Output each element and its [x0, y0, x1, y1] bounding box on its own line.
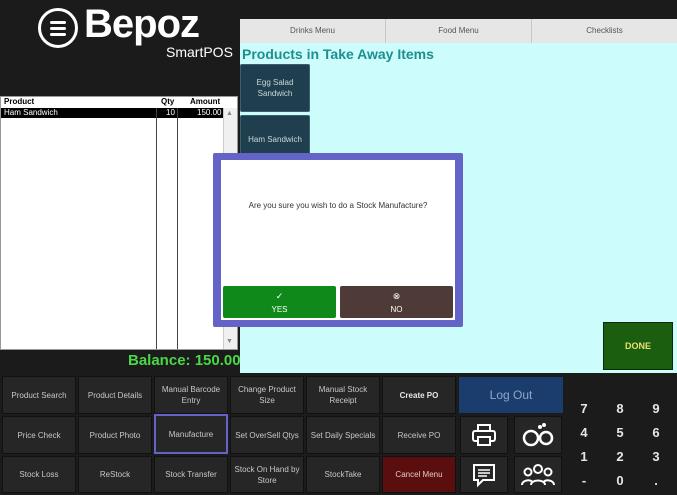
product-photo-button[interactable]: Product Photo — [78, 416, 152, 454]
column-header-product: Product — [4, 97, 35, 106]
keypad-key-5[interactable]: 5 — [605, 421, 635, 443]
manual-stock-receipt-button[interactable]: Manual Stock Receipt — [306, 376, 380, 414]
brand-name: Bepoz — [84, 2, 200, 46]
yes-label: YES — [271, 304, 288, 314]
printer-icon — [472, 424, 496, 446]
set-daily-specials-button[interactable]: Set Daily Specials — [306, 416, 380, 454]
tab-food-menu[interactable]: Food Menu — [385, 19, 531, 43]
manual-barcode-entry-button[interactable]: Manual Barcode Entry — [154, 376, 228, 414]
keypad-key-0[interactable]: 0 — [605, 469, 635, 491]
price-check-button[interactable]: Price Check — [2, 416, 76, 454]
column-header-qty: Qty — [161, 97, 175, 106]
keypad-key-minus[interactable]: - — [569, 469, 599, 491]
keypad-key-decimal[interactable]: . — [641, 469, 671, 491]
page-title: Products in Take Away Items — [242, 46, 434, 62]
confirm-dialog: Are you sure you wish to do a Stock Manu… — [221, 160, 455, 320]
create-po-button[interactable]: Create PO — [382, 376, 456, 414]
manufacture-button[interactable]: Manufacture — [154, 414, 228, 454]
scroll-down-icon[interactable]: ▼ — [226, 338, 233, 345]
done-button[interactable]: DONE — [603, 322, 673, 370]
brand-logo: Bepoz SmartPOS — [38, 2, 233, 60]
yes-button[interactable]: ✓ YES — [223, 286, 336, 318]
stocktake-button[interactable]: StockTake — [306, 456, 380, 493]
set-oversell-qtys-button[interactable]: Set OverSell Qtys — [230, 416, 304, 454]
menu-icon — [38, 8, 78, 48]
close-circle-icon: ⊗ — [392, 290, 401, 301]
stock-on-hand-by-store-button[interactable]: Stock On Hand by Store — [230, 456, 304, 493]
receive-po-button[interactable]: Receive PO — [382, 416, 456, 454]
product-search-button[interactable]: Product Search — [2, 376, 76, 414]
cancel-menu-button[interactable]: Cancel Menu — [382, 456, 456, 493]
print-button[interactable] — [460, 416, 508, 454]
balance-display: Balance: 150.00 — [128, 352, 241, 369]
column-header-amount: Amount — [190, 97, 221, 106]
message-icon — [473, 463, 495, 487]
stock-transfer-button[interactable]: Stock Transfer — [154, 456, 228, 493]
order-table: Product Qty Amount Ham Sandwich 10 150.0… — [0, 96, 238, 350]
keypad-key-9[interactable]: 9 — [641, 397, 671, 419]
product-button-egg-salad-sandwich[interactable]: Egg Salad Sandwich — [240, 64, 310, 112]
keypad-key-6[interactable]: 6 — [641, 421, 671, 443]
keypad-key-8[interactable]: 8 — [605, 397, 635, 419]
menu-tabs: Drinks Menu Food Menu Checklists — [240, 19, 677, 43]
no-label: NO — [390, 304, 403, 314]
row-product: Ham Sandwich — [4, 108, 58, 117]
check-icon: ✓ — [275, 290, 284, 301]
change-product-size-button[interactable]: Change Product Size — [230, 376, 304, 414]
row-amount: 150.00 — [197, 108, 222, 117]
tab-drinks-menu[interactable]: Drinks Menu — [240, 19, 385, 43]
product-details-button[interactable]: Product Details — [78, 376, 152, 414]
messages-button[interactable] — [460, 456, 508, 493]
tab-checklists[interactable]: Checklists — [531, 19, 677, 43]
table-header: Product Qty Amount — [1, 97, 237, 108]
handcuffs-icon — [522, 423, 554, 447]
column-divider — [156, 108, 157, 349]
security-button[interactable] — [514, 416, 562, 454]
customers-button[interactable] — [514, 456, 562, 493]
stock-loss-button[interactable]: Stock Loss — [2, 456, 76, 493]
scroll-up-icon[interactable]: ▲ — [226, 110, 233, 117]
brand-product: SmartPOS — [166, 44, 233, 60]
row-qty: 10 — [166, 108, 175, 117]
pos-app: Bepoz SmartPOS Drinks Menu Food Menu Che… — [0, 0, 677, 495]
group-icon — [521, 463, 555, 485]
dialog-message: Are you sure you wish to do a Stock Manu… — [248, 201, 428, 210]
keypad-key-2[interactable]: 2 — [605, 445, 635, 467]
restock-button[interactable]: ReStock — [78, 456, 152, 493]
confirm-dialog-frame: Are you sure you wish to do a Stock Manu… — [213, 153, 463, 327]
keypad-key-7[interactable]: 7 — [569, 397, 599, 419]
table-row[interactable]: Ham Sandwich 10 150.00 — [1, 108, 223, 118]
no-button[interactable]: ⊗ NO — [340, 286, 453, 318]
keypad-key-3[interactable]: 3 — [641, 445, 671, 467]
keypad-key-4[interactable]: 4 — [569, 421, 599, 443]
log-out-button[interactable]: Log Out — [459, 377, 563, 413]
column-divider — [177, 108, 178, 349]
keypad-key-1[interactable]: 1 — [569, 445, 599, 467]
